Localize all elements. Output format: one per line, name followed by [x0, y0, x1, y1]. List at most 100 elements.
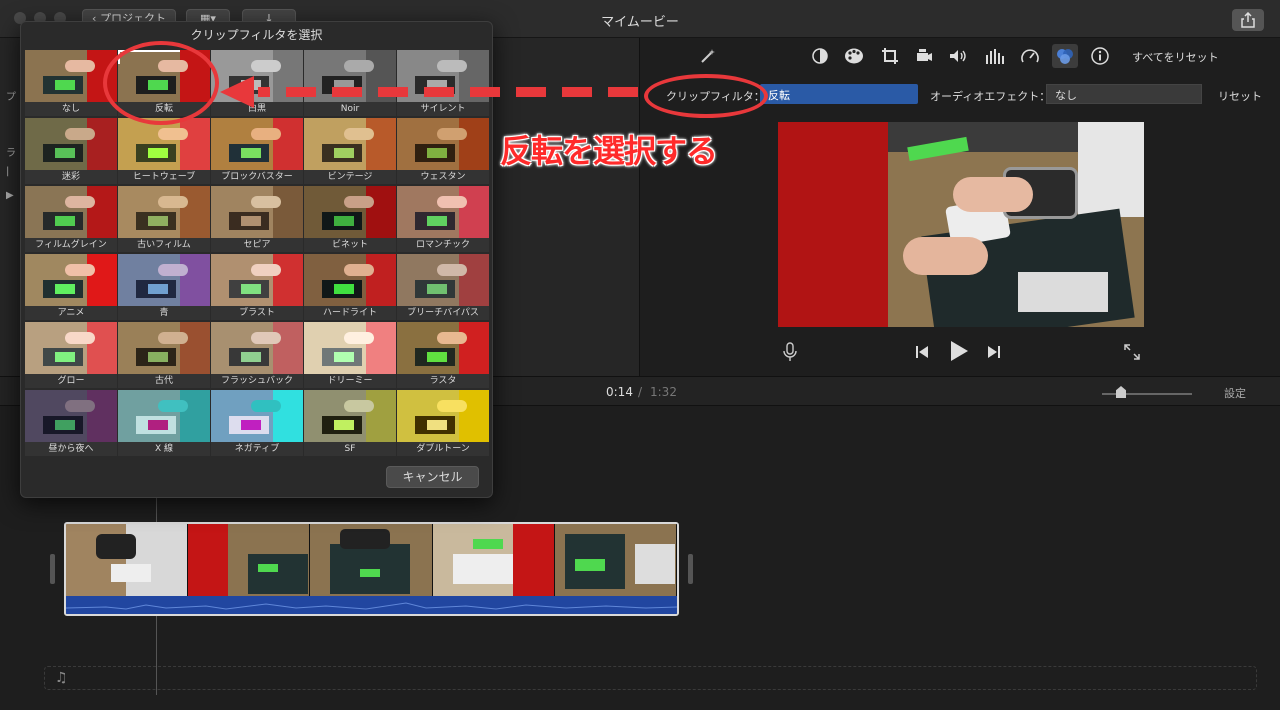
zoom-slider[interactable]	[1102, 393, 1192, 395]
clip-filter-icon[interactable]	[1052, 44, 1078, 68]
filter-thumbnail	[397, 118, 489, 170]
reset-button[interactable]: リセット	[1218, 88, 1262, 104]
annotation-circle-field	[644, 74, 768, 118]
current-time: 0:14	[606, 385, 633, 399]
filter-thumbnail	[304, 390, 396, 442]
audio-effect-selector[interactable]: なし	[1046, 84, 1202, 104]
disclosure-triangle-icon[interactable]: ▶	[6, 190, 14, 201]
sidebar-label: プ	[6, 92, 16, 103]
filter-thumbnail	[118, 186, 210, 238]
filter-option[interactable]: 迷彩	[25, 118, 117, 184]
filter-option[interactable]: ブラスト	[211, 254, 303, 320]
microphone-icon[interactable]	[780, 342, 800, 362]
filter-option[interactable]: ラスタ	[397, 322, 489, 388]
filter-label: ウェスタン	[397, 170, 489, 184]
filter-option[interactable]: ネガティブ	[211, 390, 303, 456]
zoom-slider-knob[interactable]	[1116, 386, 1126, 398]
filter-label: ロマンチック	[397, 238, 489, 252]
filter-label: 青	[118, 306, 210, 320]
share-button[interactable]	[1232, 9, 1264, 31]
filter-option[interactable]: X 線	[118, 390, 210, 456]
filter-option[interactable]: ブロックバスター	[211, 118, 303, 184]
filter-option[interactable]: ヒートウェーブ	[118, 118, 210, 184]
clip-frame	[554, 524, 677, 596]
filter-thumbnail	[211, 254, 303, 306]
filter-option[interactable]: ウェスタン	[397, 118, 489, 184]
filter-label: なし	[25, 102, 117, 116]
filter-label: 古代	[118, 374, 210, 388]
filter-option[interactable]: ドリーミー	[304, 322, 396, 388]
filter-thumbnail	[397, 322, 489, 374]
clip-filter-selector[interactable]: 反転	[760, 84, 918, 104]
previous-frame-icon[interactable]	[912, 342, 932, 362]
filter-thumbnail	[304, 186, 396, 238]
filter-option[interactable]: ハードライト	[304, 254, 396, 320]
next-frame-icon[interactable]	[984, 342, 1004, 362]
annotation-circle-filter	[103, 41, 219, 125]
filter-thumbnail	[304, 322, 396, 374]
filter-option[interactable]: アニメ	[25, 254, 117, 320]
annotation-text: 反転を選択する	[500, 132, 718, 170]
filter-label: ラスタ	[397, 374, 489, 388]
info-icon[interactable]	[1090, 46, 1110, 66]
filter-option[interactable]: グロー	[25, 322, 117, 388]
filter-thumbnail	[211, 322, 303, 374]
speed-icon[interactable]	[1020, 46, 1040, 66]
filter-option[interactable]: 青	[118, 254, 210, 320]
filter-thumbnail	[25, 186, 117, 238]
music-track[interactable]: ♫	[44, 666, 1257, 690]
stabilization-icon[interactable]	[914, 46, 934, 66]
filter-thumbnail	[211, 390, 303, 442]
sidebar-label: ラ	[6, 148, 16, 159]
filter-option[interactable]: 昼から夜へ	[25, 390, 117, 456]
filter-option[interactable]: ブリーチバイパス	[397, 254, 489, 320]
filter-label: ヒートウェーブ	[118, 170, 210, 184]
filter-label: ブリーチバイパス	[397, 306, 489, 320]
filter-option[interactable]: 古代	[118, 322, 210, 388]
filter-label: ダブルトーン	[397, 442, 489, 456]
filter-option[interactable]: ロマンチック	[397, 186, 489, 252]
color-balance-icon[interactable]	[810, 46, 830, 66]
equalizer-icon[interactable]	[984, 46, 1004, 66]
filter-option[interactable]: ビンテージ	[304, 118, 396, 184]
clip-frame	[188, 524, 311, 596]
clip-frame	[432, 524, 555, 596]
filter-thumbnail	[304, 118, 396, 170]
cancel-button[interactable]: キャンセル	[386, 466, 479, 488]
filter-thumbnail	[25, 118, 117, 170]
filter-option[interactable]: 古いフィルム	[118, 186, 210, 252]
filter-label: 昼から夜へ	[25, 442, 117, 456]
volume-icon[interactable]	[948, 46, 968, 66]
filter-thumbnail	[118, 254, 210, 306]
filter-label: アニメ	[25, 306, 117, 320]
magic-wand-icon[interactable]	[698, 46, 718, 66]
filter-thumbnail	[397, 186, 489, 238]
filter-label: セピア	[211, 238, 303, 252]
filter-option[interactable]: フィルムグレイン	[25, 186, 117, 252]
fullscreen-icon[interactable]	[1122, 342, 1142, 362]
filter-option[interactable]: セピア	[211, 186, 303, 252]
music-note-icon: ♫	[55, 670, 68, 686]
filter-label: ブロックバスター	[211, 170, 303, 184]
filter-option[interactable]: ダブルトーン	[397, 390, 489, 456]
filter-label: ブラスト	[211, 306, 303, 320]
filter-option[interactable]: フラッシュバック	[211, 322, 303, 388]
timeline-clip[interactable]	[64, 522, 679, 616]
filter-label: 古いフィルム	[118, 238, 210, 252]
adjustments-toolbar: すべてをリセット	[642, 38, 1280, 74]
filter-label: ドリーミー	[304, 374, 396, 388]
clip-trim-handle-right[interactable]	[688, 554, 693, 584]
crop-icon[interactable]	[880, 46, 900, 66]
color-palette-icon[interactable]	[844, 46, 864, 66]
reset-all-button[interactable]: すべてをリセット	[1132, 49, 1219, 65]
audio-waveform	[66, 596, 677, 614]
filter-thumbnail	[118, 390, 210, 442]
play-icon[interactable]	[946, 338, 972, 364]
filter-option[interactable]: SF	[304, 390, 396, 456]
clip-trim-handle-left[interactable]	[50, 554, 55, 584]
filter-label: ハードライト	[304, 306, 396, 320]
filter-label: ネガティブ	[211, 442, 303, 456]
filter-thumbnail	[304, 254, 396, 306]
filter-option[interactable]: ビネット	[304, 186, 396, 252]
settings-button[interactable]: 設定	[1224, 385, 1246, 401]
